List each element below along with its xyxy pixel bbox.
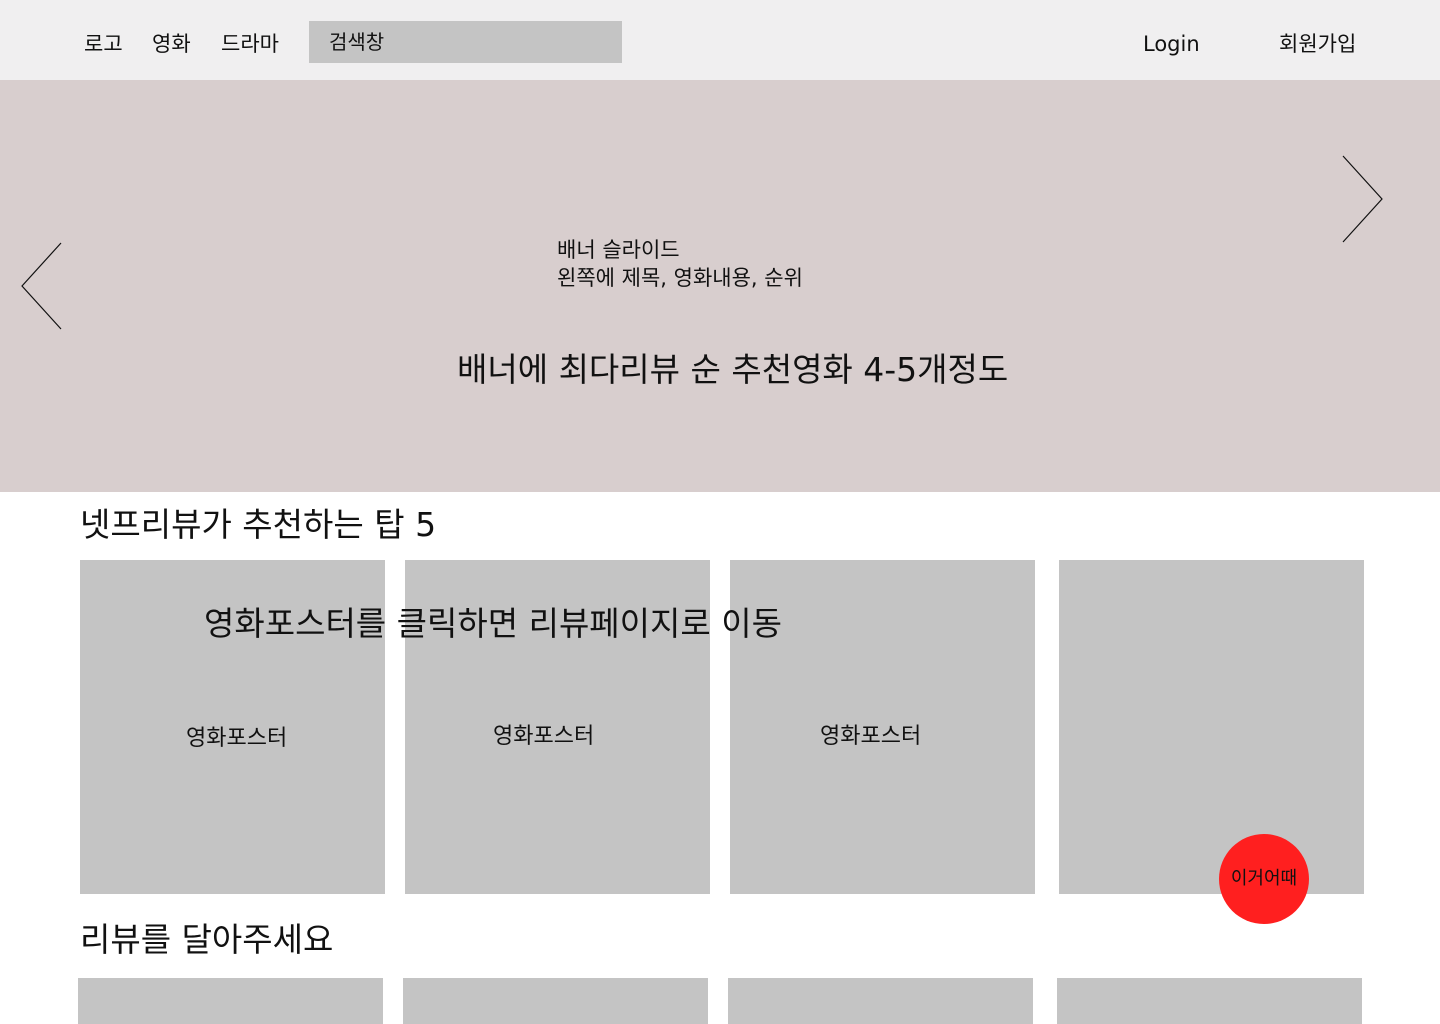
recommend-badge[interactable]: 이거어때: [1219, 834, 1309, 924]
search-input[interactable]: 검색창: [309, 21, 622, 63]
logo[interactable]: 로고: [84, 30, 123, 58]
movie-poster-4[interactable]: [1059, 560, 1364, 894]
poster-label: 영화포스터: [820, 724, 922, 749]
chevron-right-icon[interactable]: [1338, 153, 1386, 245]
top5-section-title: 넷프리뷰가 추천하는 탑 5: [80, 505, 437, 544]
banner-slide-note: 왼쪽에 제목, 영화내용, 순위: [557, 266, 803, 290]
review-section-title: 리뷰를 달아주세요: [80, 920, 334, 959]
banner-main-note: 배너에 최다리뷰 순 추천영화 4-5개정도: [457, 350, 1009, 389]
poster-label: 영화포스터: [186, 726, 288, 751]
review-poster-1[interactable]: [78, 978, 383, 1024]
nav-dramas[interactable]: 드라마: [221, 30, 279, 58]
review-poster-4[interactable]: [1057, 978, 1362, 1024]
nav-movies[interactable]: 영화: [152, 30, 191, 58]
login-link[interactable]: Login: [1143, 30, 1200, 58]
banner-slider: 배너 슬라이드 왼쪽에 제목, 영화내용, 순위 배너에 최다리뷰 순 추천영화…: [0, 80, 1440, 492]
chevron-left-icon[interactable]: [18, 240, 66, 332]
search-input-text: 검색창: [329, 30, 385, 54]
top-header: 로고 영화 드라마 검색창 Login 회원가입: [0, 0, 1440, 80]
review-poster-3[interactable]: [728, 978, 1033, 1024]
banner-description: 배너 슬라이드 왼쪽에 제목, 영화내용, 순위: [557, 236, 803, 292]
signup-link[interactable]: 회원가입: [1279, 30, 1356, 58]
poster-click-note: 영화포스터를 클릭하면 리뷰페이지로 이동: [204, 604, 782, 643]
poster-label: 영화포스터: [493, 724, 595, 749]
banner-slide-label: 배너 슬라이드: [557, 238, 680, 262]
review-poster-2[interactable]: [403, 978, 708, 1024]
